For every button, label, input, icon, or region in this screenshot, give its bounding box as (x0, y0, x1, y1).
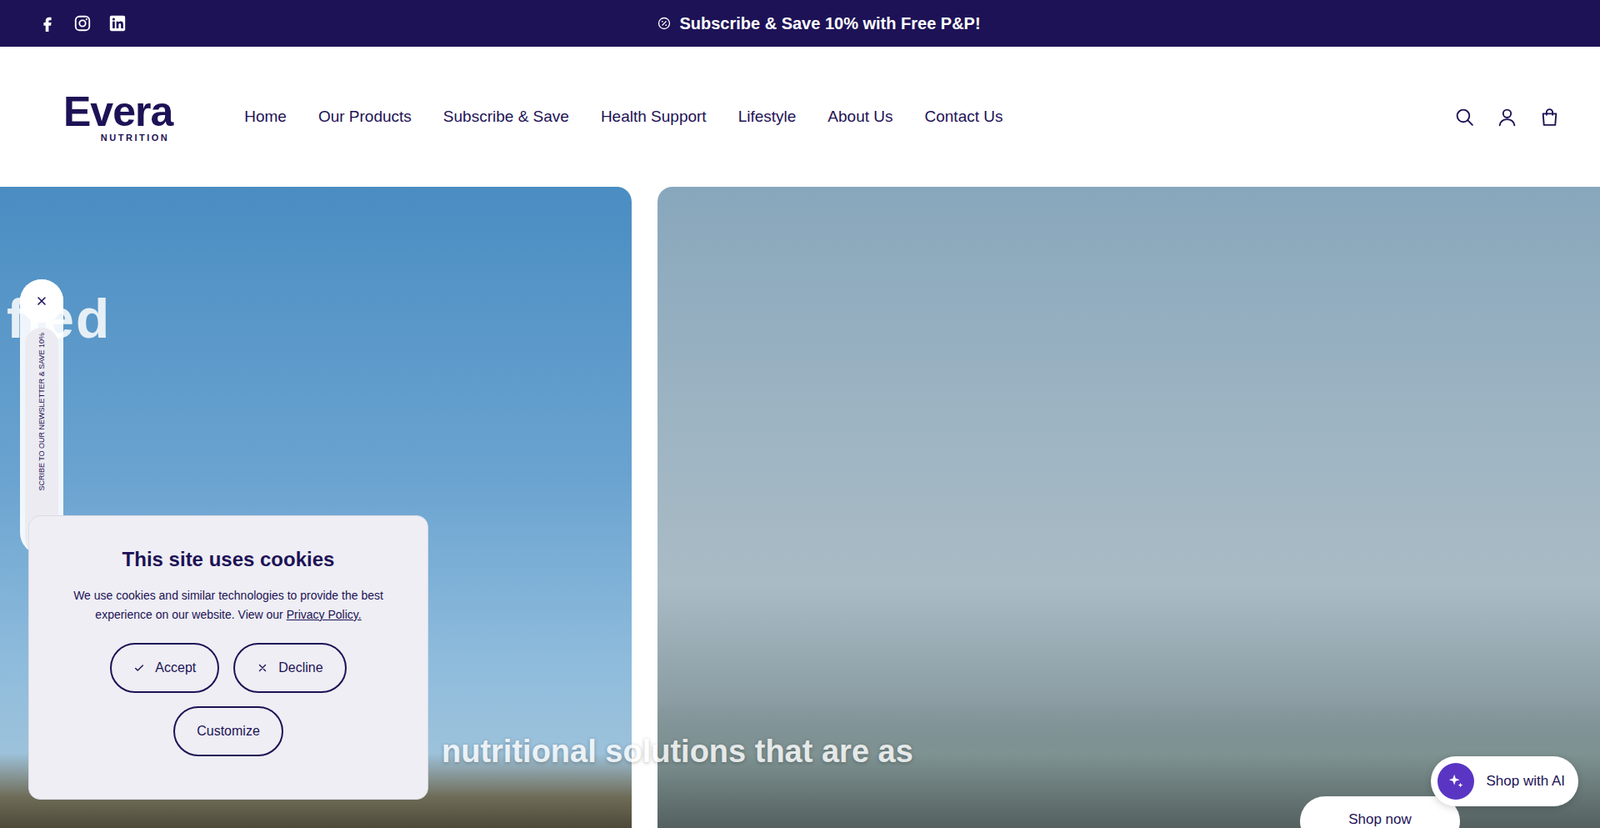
account-icon[interactable] (1496, 106, 1518, 128)
customize-button[interactable]: Customize (173, 705, 284, 756)
header-actions (1454, 106, 1560, 128)
page: Subscribe & Save 10% with Free P&P! Ever… (0, 0, 1600, 828)
nav-item[interactable]: Home (244, 107, 287, 126)
privacy-link[interactable]: Privacy Policy. (286, 607, 362, 621)
nav-item[interactable]: About Us (827, 107, 893, 126)
ai-badge (1437, 762, 1475, 800)
shop-with-ai-button[interactable]: Shop with AI (1430, 755, 1579, 806)
check-icon (133, 661, 145, 674)
nav-item[interactable]: Contact Us (925, 107, 1004, 126)
accept-button[interactable]: Accept (110, 642, 220, 693)
nav-item[interactable]: Our Products (318, 107, 412, 126)
hero-subtitle: nutritional solutions that are as (441, 733, 914, 770)
cart-icon[interactable] (1539, 106, 1560, 128)
discount-icon (657, 16, 671, 30)
close-button[interactable] (20, 279, 64, 323)
cookie-buttons: Customize (173, 705, 284, 756)
cookie-title: This site uses cookies (122, 547, 335, 571)
logo-name: Evera (63, 90, 173, 133)
facebook-icon[interactable] (38, 14, 57, 33)
sparkle-icon (1446, 771, 1465, 790)
x-icon (256, 661, 269, 674)
search-icon[interactable] (1454, 106, 1475, 128)
site-header: Evera NUTRITION Home Our Products Subscrib… (0, 46, 1600, 187)
cookie-text: We use cookies and similar technologies … (62, 585, 395, 625)
announcement-bar: Subscribe & Save 10% with Free P&P! (0, 0, 1600, 47)
main-nav: Home Our Products Subscribe & Save Health S… (244, 107, 1003, 126)
cookie-buttons: Accept Decline (110, 642, 346, 693)
instagram-icon[interactable] (73, 14, 92, 33)
shop-now-button[interactable]: Shop now (1300, 795, 1460, 828)
announcement-text: Subscribe & Save 10% with Free P&P! (679, 14, 980, 34)
cookie-banner: This site uses cookies We use cookies an… (28, 515, 429, 800)
linkedin-icon[interactable] (108, 14, 127, 33)
newsletter-tab[interactable]: SCRIBE TO OUR NEWSLETTER & SAVE 10% (20, 279, 64, 555)
nav-item[interactable]: Subscribe & Save (443, 107, 570, 126)
logo[interactable]: Evera NUTRITION (63, 90, 173, 143)
logo-tagline: NUTRITION (100, 133, 170, 143)
nav-item[interactable]: Lifestyle (738, 107, 797, 126)
decline-button[interactable]: Decline (233, 642, 346, 693)
close-icon (35, 294, 49, 308)
nav-item[interactable]: Health Support (600, 107, 707, 126)
social-links (38, 14, 658, 33)
hero-slide[interactable]: Shop now (657, 186, 1600, 828)
announcement[interactable]: Subscribe & Save 10% with Free P&P! (657, 14, 980, 34)
newsletter-label: SCRIBE TO OUR NEWSLETTER & SAVE 10% (37, 332, 46, 491)
